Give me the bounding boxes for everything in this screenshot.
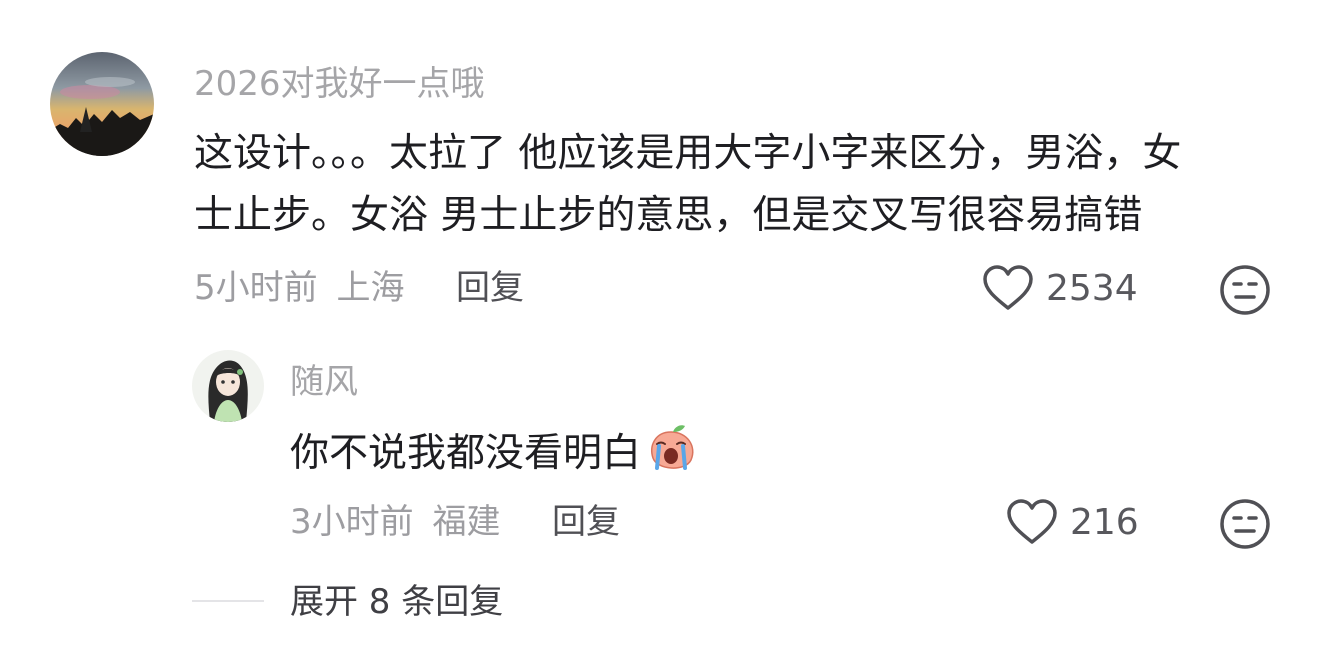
comment-text-line-1: 这设计。。。太拉了 他应该是用大字小字来区分，男浴，女 <box>194 131 1182 176</box>
expand-replies-button[interactable]: 展开 8 条回复 <box>290 580 503 624</box>
meh-face-icon <box>1220 499 1270 549</box>
reply-like-button[interactable] <box>1006 498 1058 546</box>
comment-avatar[interactable] <box>50 52 154 156</box>
expand-divider <box>192 600 264 602</box>
comment-reply-button[interactable]: 回复 <box>456 266 524 310</box>
comment-like-button[interactable] <box>982 264 1034 312</box>
crying-peach-emoji-icon <box>643 422 699 492</box>
heart-outline-icon <box>1007 499 1057 544</box>
comment-time: 5小时前 <box>194 268 318 308</box>
sunset-landscape-avatar-icon <box>50 52 154 156</box>
anime-girl-avatar-icon <box>192 350 264 422</box>
reply-location: 福建 <box>432 502 501 542</box>
reply-time: 3小时前 <box>290 502 414 542</box>
reply-text: 你不说我都没看明白 <box>290 431 642 476</box>
reply-like-count: 216 <box>1070 502 1139 543</box>
reply-avatar[interactable] <box>192 350 264 422</box>
heart-outline-icon <box>983 265 1033 310</box>
reply-meta: 3小时前 福建 <box>290 500 500 544</box>
comment-text-line-2: 士止步。女浴 男士止步的意思，但是交叉写很容易搞错 <box>194 193 1143 238</box>
reply-username[interactable]: 随风 <box>290 360 358 404</box>
comment-location: 上海 <box>336 268 405 308</box>
comment-thread: 2026对我好一点哦 这设计。。。太拉了 他应该是用大字小字来区分，男浴，女 士… <box>0 0 1320 667</box>
comment-username[interactable]: 2026对我好一点哦 <box>194 62 485 106</box>
comment-meta: 5小时前 上海 <box>194 266 404 310</box>
reply-text-row: 你不说我都没看明白 <box>290 422 699 492</box>
meh-face-icon <box>1220 265 1270 315</box>
reply-reply-button[interactable]: 回复 <box>552 500 620 544</box>
comment-dislike-button[interactable] <box>1219 264 1271 316</box>
comment-like-count: 2534 <box>1046 268 1138 309</box>
reply-dislike-button[interactable] <box>1219 498 1271 550</box>
